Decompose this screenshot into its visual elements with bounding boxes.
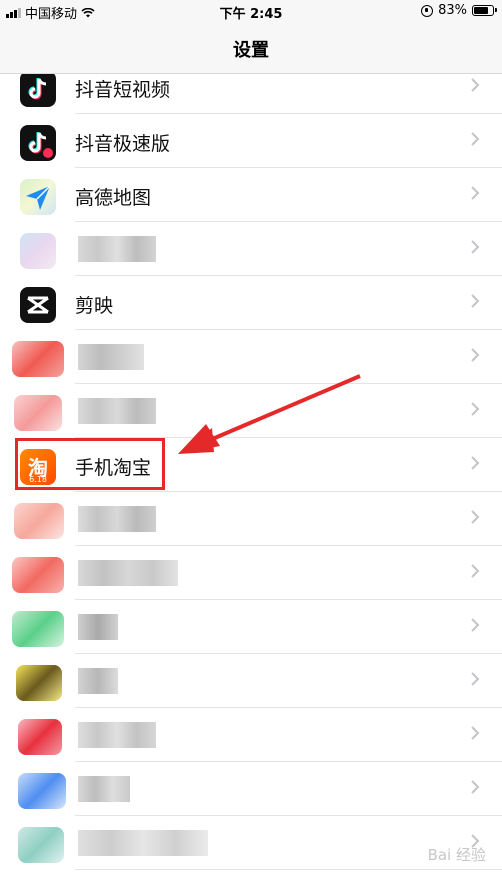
chevron-right-icon bbox=[471, 456, 480, 470]
blurred-app-icon bbox=[18, 773, 66, 809]
chevron-right-icon bbox=[471, 132, 480, 146]
list-item-blurred[interactable] bbox=[0, 600, 502, 654]
blurred-app-icon bbox=[14, 503, 64, 539]
douyin-icon bbox=[20, 74, 56, 107]
blurred-label bbox=[78, 236, 156, 262]
chevron-right-icon bbox=[471, 240, 480, 254]
list-item-capcut[interactable]: 剪映 bbox=[0, 276, 502, 330]
blurred-app-icon bbox=[12, 341, 64, 377]
chevron-right-icon bbox=[471, 564, 480, 578]
blurred-label bbox=[78, 776, 130, 802]
list-item-label: 抖音短视频 bbox=[75, 79, 171, 101]
watermark: Bai 经验 bbox=[427, 846, 486, 864]
chevron-right-icon bbox=[471, 726, 480, 740]
list-item-label: 高德地图 bbox=[75, 187, 152, 209]
battery-percent: 83% bbox=[438, 3, 467, 18]
blurred-app-icon bbox=[16, 665, 62, 701]
blurred-label bbox=[78, 722, 156, 748]
blurred-label bbox=[78, 560, 178, 586]
blurred-app-icon bbox=[14, 395, 62, 431]
list-item-blurred[interactable] bbox=[0, 222, 502, 276]
list-item-blurred[interactable] bbox=[0, 546, 502, 600]
status-right: 83% bbox=[421, 3, 497, 18]
list-item-blurred[interactable] bbox=[0, 708, 502, 762]
list-item-blurred[interactable] bbox=[0, 492, 502, 546]
blurred-label bbox=[78, 668, 118, 694]
battery-icon bbox=[472, 5, 497, 16]
blurred-app-icon bbox=[12, 611, 64, 647]
blurred-label bbox=[78, 344, 144, 370]
page-title: 设置 bbox=[233, 40, 269, 61]
chevron-right-icon bbox=[471, 780, 480, 794]
list-item-label: 剪映 bbox=[75, 295, 114, 317]
list-item-blurred[interactable] bbox=[0, 384, 502, 438]
chevron-right-icon bbox=[471, 78, 480, 92]
list-item-blurred[interactable] bbox=[0, 654, 502, 708]
status-bar: 中国移动 下午 2:45 83% bbox=[0, 0, 502, 22]
list-item-label: 抖音极速版 bbox=[75, 133, 171, 155]
chevron-right-icon bbox=[471, 402, 480, 416]
blurred-label bbox=[78, 614, 118, 640]
orientation-lock-icon bbox=[421, 4, 434, 17]
blurred-label bbox=[78, 830, 208, 856]
blurred-label bbox=[78, 506, 156, 532]
list-item-blurred[interactable] bbox=[0, 762, 502, 816]
blurred-app-icon bbox=[18, 827, 64, 863]
nav-bar: 设置 bbox=[0, 22, 502, 74]
blurred-app-icon bbox=[20, 233, 56, 269]
chevron-right-icon bbox=[471, 618, 480, 632]
blurred-app-icon bbox=[12, 557, 64, 593]
list-item-blurred[interactable] bbox=[0, 330, 502, 384]
douyin-lite-icon bbox=[20, 125, 56, 161]
blurred-app-icon bbox=[18, 719, 62, 755]
blurred-label bbox=[78, 398, 156, 424]
chevron-right-icon bbox=[471, 294, 480, 308]
chevron-right-icon bbox=[471, 672, 480, 686]
highlight-box bbox=[15, 438, 165, 490]
list-item-douyin[interactable]: 抖音短视频 bbox=[0, 74, 502, 114]
capcut-icon bbox=[20, 287, 56, 323]
chevron-right-icon bbox=[471, 186, 480, 200]
amap-icon bbox=[20, 179, 56, 215]
chevron-right-icon bbox=[471, 510, 480, 524]
list-item-douyin-lite[interactable]: 抖音极速版 bbox=[0, 114, 502, 168]
list-item-amap[interactable]: 高德地图 bbox=[0, 168, 502, 222]
chevron-right-icon bbox=[471, 348, 480, 362]
